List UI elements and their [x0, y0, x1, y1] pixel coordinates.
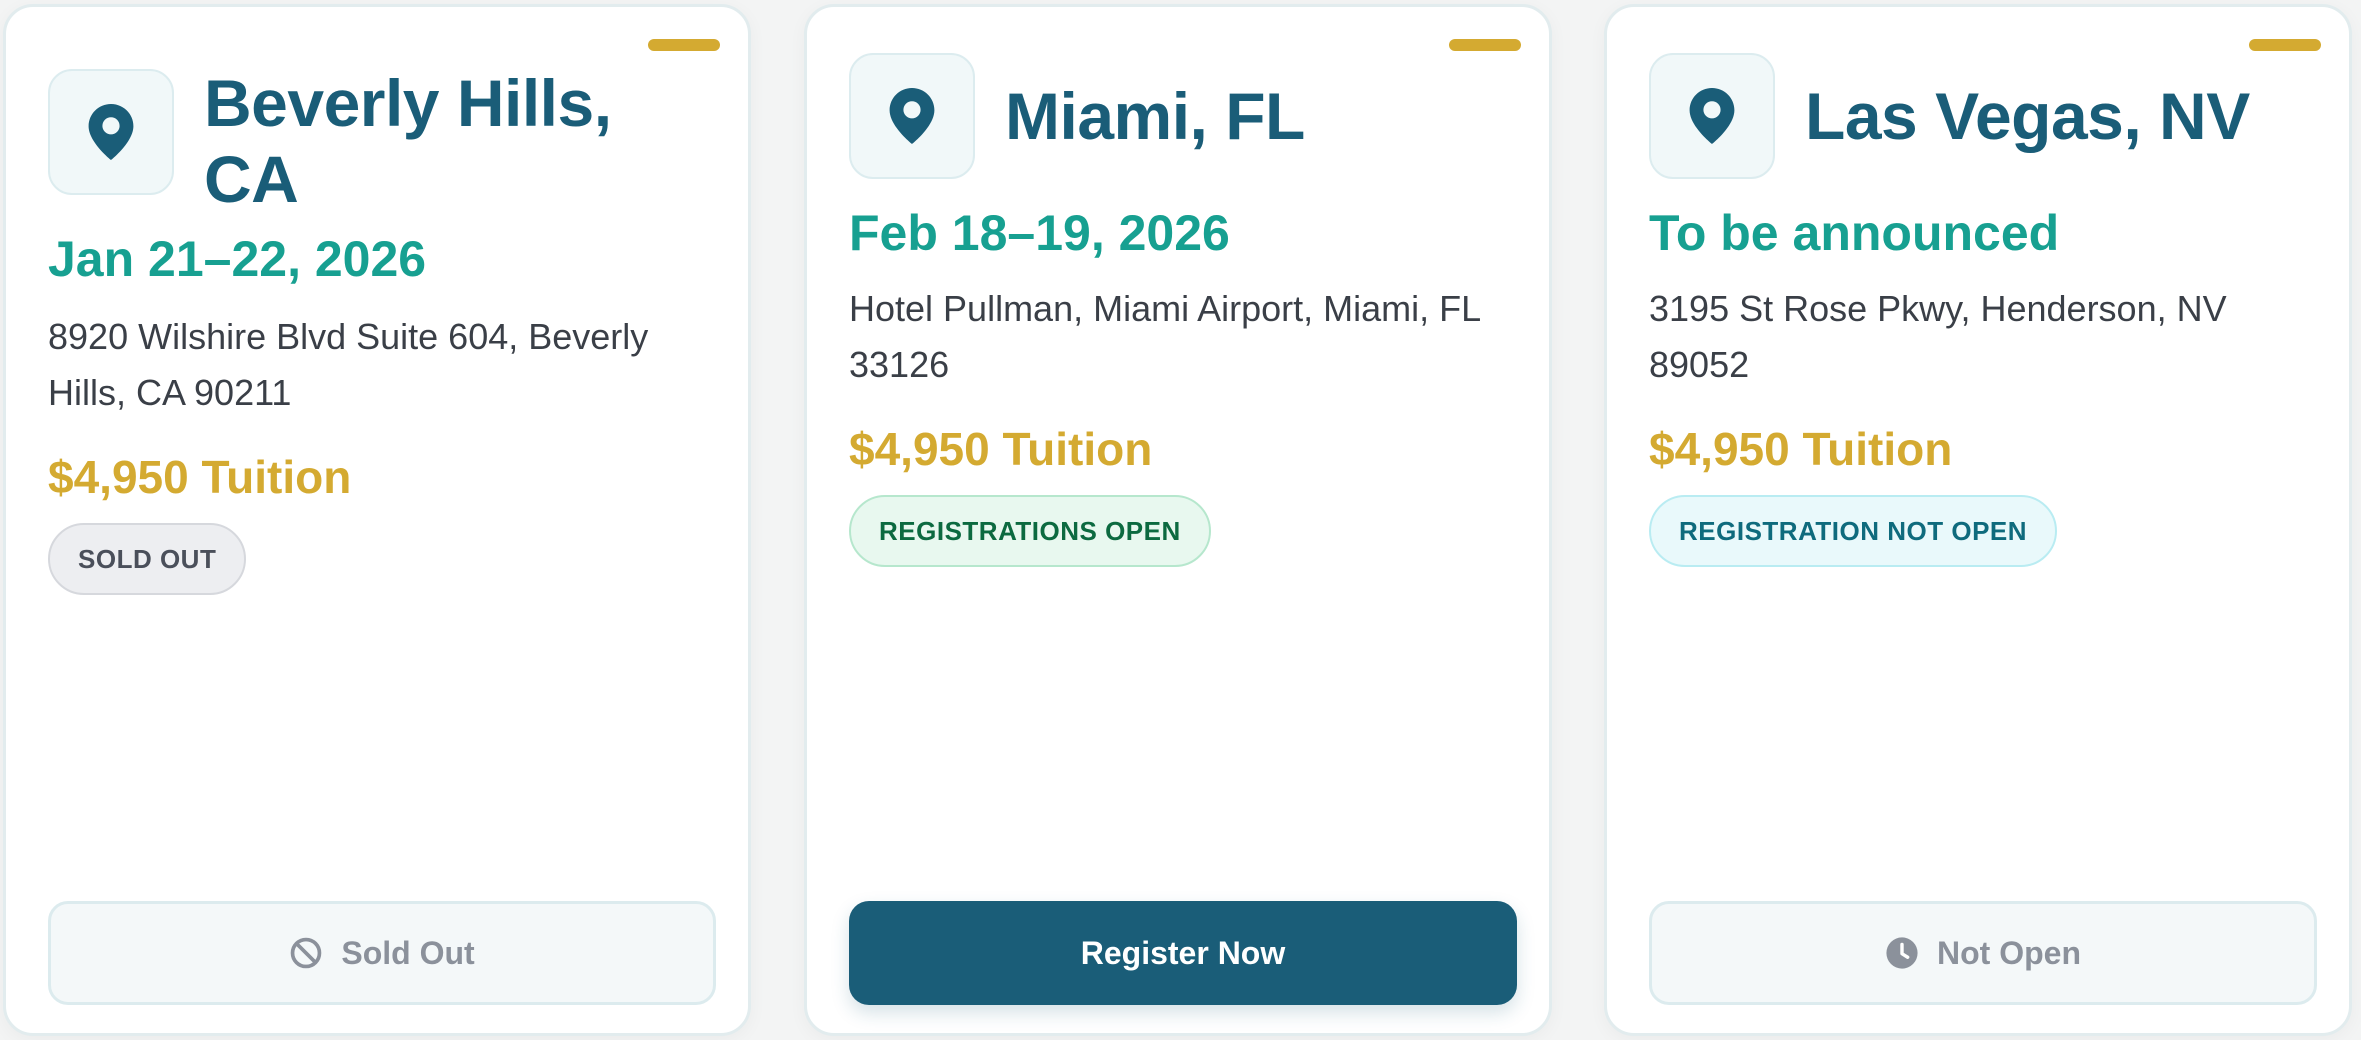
status-badge: SOLD OUT — [48, 523, 247, 595]
event-address: 8920 Wilshire Blvd Suite 604, Beverly Hi… — [48, 316, 649, 413]
button-label: Not Open — [1937, 934, 2081, 971]
card-header: Las Vegas, NV — [1649, 53, 2309, 179]
event-date: To be announced — [1649, 205, 2060, 261]
accent-bar — [648, 39, 720, 51]
city-name: Las Vegas, NV — [1805, 79, 2250, 153]
city-name: Beverly Hills, CA — [204, 66, 612, 216]
card-header: Miami, FL — [849, 53, 1509, 179]
card-header: Beverly Hills, CA — [48, 65, 708, 217]
tuition-price: $4,950 Tuition — [1649, 423, 1953, 475]
button-label: Sold Out — [341, 934, 475, 971]
tuition-price: $4,950 Tuition — [849, 423, 1153, 475]
location-pin-icon — [48, 69, 174, 195]
location-pin-icon — [1649, 53, 1775, 179]
status-badge: REGISTRATIONS OPEN — [849, 495, 1211, 567]
event-card: Miami, FL Feb 18–19, 2026 Hotel Pullman,… — [804, 4, 1552, 1036]
event-address: 3195 St Rose Pkwy, Henderson, NV 89052 — [1649, 288, 2227, 385]
register-now-button[interactable]: Register Now — [849, 901, 1517, 1005]
event-card: Beverly Hills, CA Jan 21–22, 2026 8920 W… — [3, 4, 751, 1036]
not-open-button[interactable]: Not Open — [1649, 901, 2317, 1005]
accent-bar — [2249, 39, 2321, 51]
button-label: Register Now — [1080, 934, 1286, 971]
event-address: Hotel Pullman, Miami Airport, Miami, FL … — [849, 288, 1480, 385]
event-date: Jan 21–22, 2026 — [48, 231, 427, 287]
status-badge: REGISTRATION NOT OPEN — [1649, 495, 2058, 567]
event-date: Feb 18–19, 2026 — [849, 205, 1230, 261]
ban-icon — [289, 936, 323, 970]
clock-icon — [1885, 936, 1919, 970]
sold-out-button[interactable]: Sold Out — [48, 901, 716, 1005]
location-pin-icon — [849, 53, 975, 179]
event-card: Las Vegas, NV To be announced 3195 St Ro… — [1604, 4, 2352, 1036]
city-name: Miami, FL — [1005, 79, 1305, 153]
tuition-price: $4,950 Tuition — [48, 451, 352, 503]
event-card-grid: Beverly Hills, CA Jan 21–22, 2026 8920 W… — [0, 0, 2361, 1040]
accent-bar — [1449, 39, 1521, 51]
